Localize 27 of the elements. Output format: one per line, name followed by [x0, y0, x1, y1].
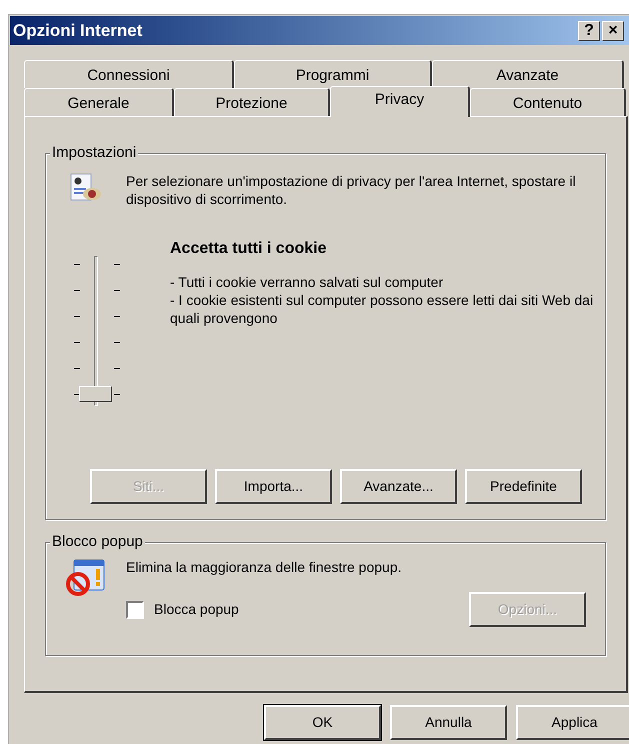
- tab[interactable]: Generale: [24, 88, 174, 116]
- dialog-button[interactable]: Importa...: [215, 469, 332, 504]
- checkbox[interactable]: [126, 600, 144, 618]
- checkbox-label: Blocca popup: [154, 600, 239, 619]
- group-title: Blocco popup: [50, 532, 145, 552]
- tab[interactable]: Avanzate: [432, 60, 624, 88]
- intro-text: Per selezionare un'impostazione di privacy per l'area Internet, spostare il dispositivo di scorrimento.: [126, 172, 577, 208]
- help-button[interactable]: ?: [578, 20, 600, 40]
- tab[interactable]: Privacy: [330, 86, 470, 117]
- blocked-popup-icon: [64, 558, 106, 598]
- dialog-button[interactable]: OK: [264, 705, 381, 740]
- level-description: - I cookie esistenti sul computer possono essere letti dai siti Web dai quali provengono: [170, 291, 594, 327]
- level-title: Accetta tutti i cookie: [170, 239, 328, 259]
- dialog-button[interactable]: Avanzate...: [340, 469, 457, 504]
- dialog-button[interactable]: Applica: [516, 705, 629, 740]
- slider-thumb[interactable]: [79, 386, 112, 402]
- dialog-button[interactable]: Predefinite: [465, 469, 582, 504]
- tab[interactable]: Protezione: [174, 88, 330, 116]
- dialog-button[interactable]: Annulla: [390, 705, 507, 740]
- tab[interactable]: Contenuto: [470, 88, 626, 116]
- window-title: Opzioni Internet: [13, 20, 142, 42]
- group-title: Impostazioni: [50, 143, 138, 163]
- popup-description: Elimina la maggioranza delle finestre popup.: [126, 558, 402, 576]
- tab[interactable]: Programmi: [234, 60, 432, 88]
- close-button[interactable]: ×: [602, 20, 624, 40]
- level-description: - Tutti i cookie verranno salvati sul computer: [170, 273, 444, 291]
- tab[interactable]: Connessioni: [24, 60, 234, 88]
